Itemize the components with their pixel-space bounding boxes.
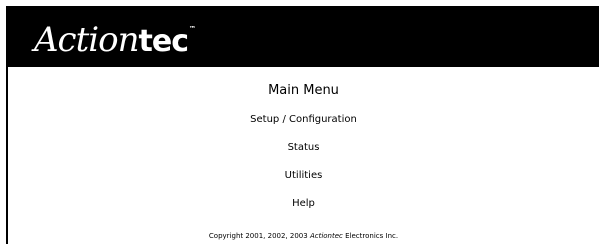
page-title: Main Menu (268, 83, 339, 98)
menu-link-label: Help (292, 198, 315, 209)
copyright-suffix: Electronics Inc. (345, 232, 399, 240)
logo-trademark: ™ (188, 25, 196, 33)
copyright-notice: Copyright 2001, 2002, 2003 Actiontec Ele… (8, 232, 599, 240)
main-content: Main Menu Setup / Configuration Status U… (8, 67, 599, 244)
menu-link-label: Status (287, 142, 320, 153)
menu-link-help[interactable]: Help (8, 198, 599, 209)
header-bar: Actiontec™ (6, 6, 599, 67)
menu-link-setup-configuration[interactable]: Setup / Configuration (8, 114, 599, 125)
actiontec-logo: Actiontec™ (34, 20, 196, 64)
menu-link-utilities[interactable]: Utilities (8, 170, 599, 181)
logo-script-text: Action (34, 20, 139, 60)
menu-link-label: Setup / Configuration (250, 114, 357, 125)
router-main-page: Actiontec™ Main Menu Setup / Configurati… (0, 0, 599, 244)
menu-link-label: Utilities (284, 170, 323, 181)
copyright-brand: Actiontec (309, 232, 343, 240)
logo-bold-text: tec (138, 24, 189, 59)
menu-link-status[interactable]: Status (8, 142, 599, 153)
copyright-prefix: Copyright 2001, 2002, 2003 (208, 232, 308, 240)
